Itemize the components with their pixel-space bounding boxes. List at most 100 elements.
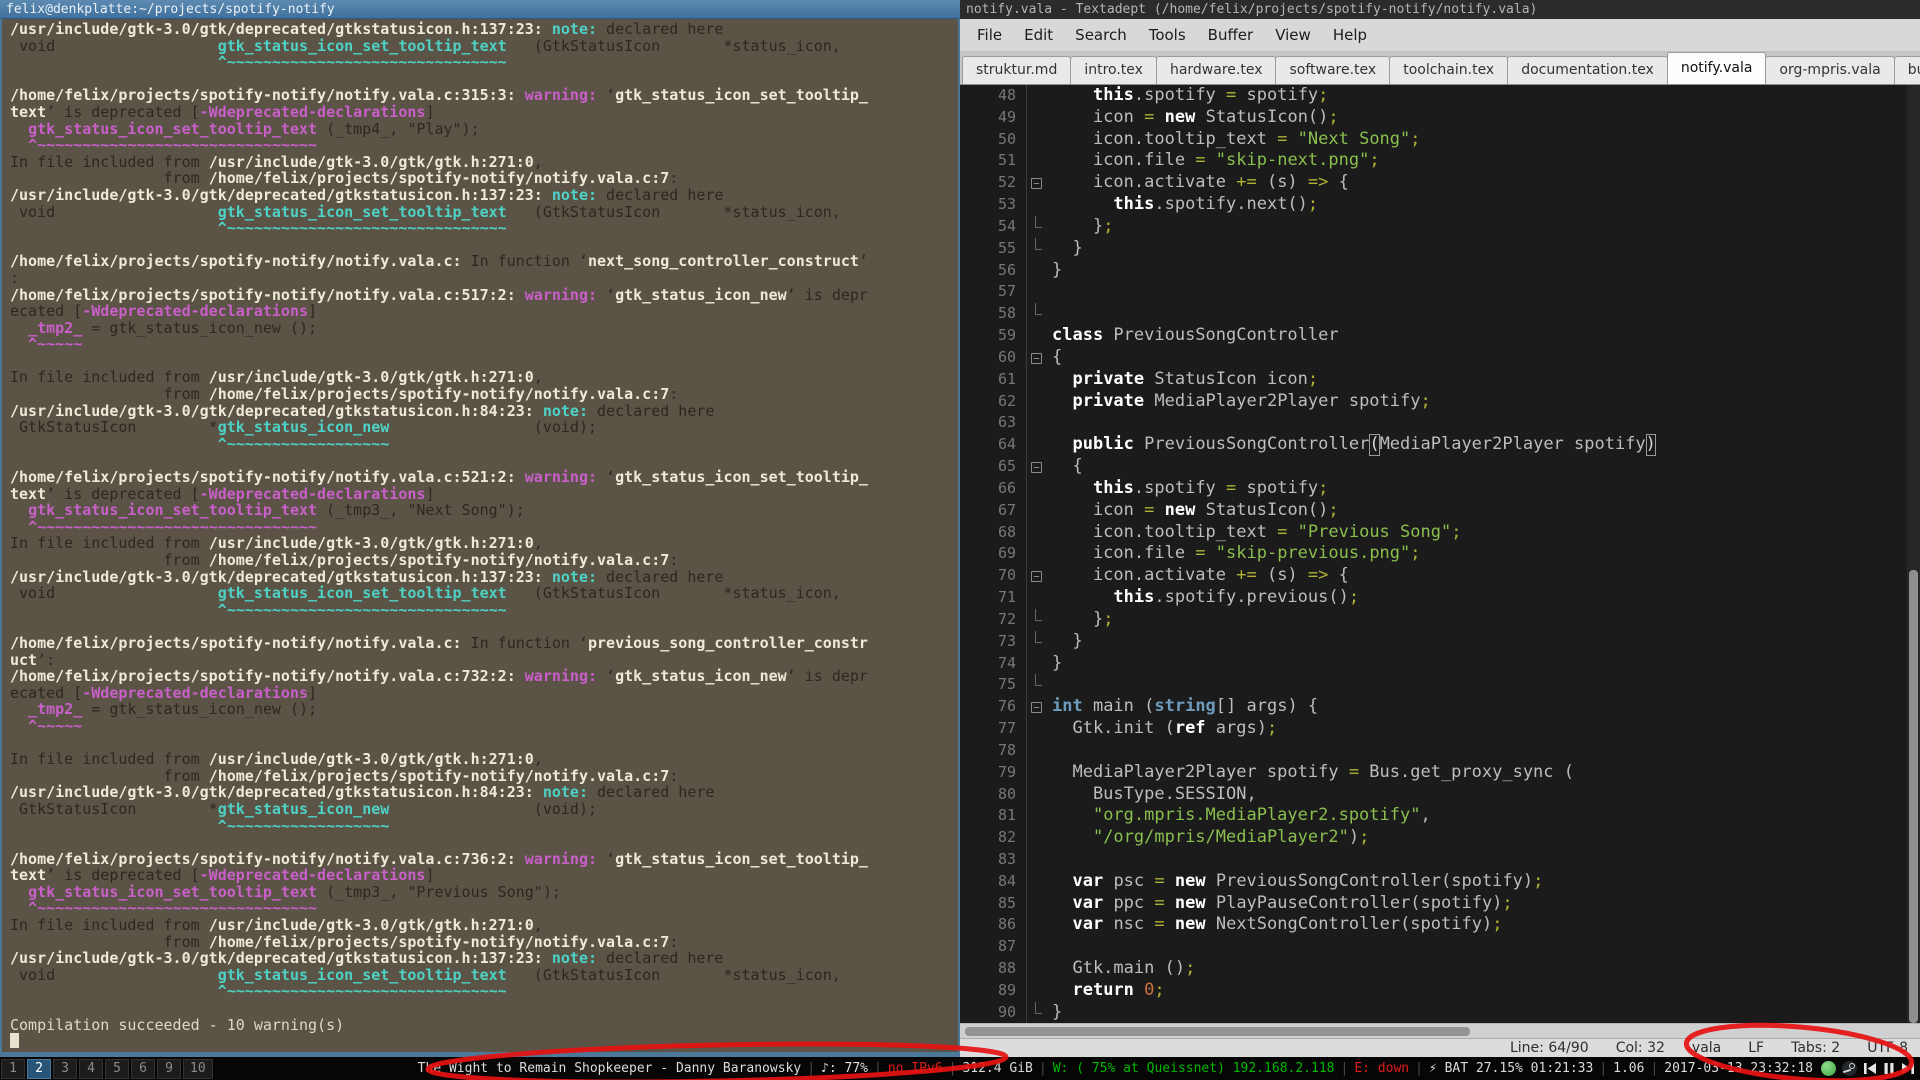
horizontal-scrollbar[interactable] <box>960 1023 1920 1038</box>
code-line: 84 var psc = new PreviousSongController(… <box>960 871 1920 893</box>
fold-margin[interactable] <box>1024 412 1052 434</box>
fold-margin[interactable] <box>1024 696 1052 718</box>
fold-margin[interactable] <box>1024 325 1052 347</box>
workspace-6[interactable]: 6 <box>131 1058 155 1079</box>
fold-margin[interactable] <box>1024 762 1052 784</box>
tab-toolchain.tex[interactable]: toolchain.tex <box>1389 56 1509 84</box>
menu-tools[interactable]: Tools <box>1138 19 1197 51</box>
fold-margin[interactable] <box>1024 936 1052 958</box>
workspace-10[interactable]: 10 <box>183 1058 213 1079</box>
fold-margin[interactable] <box>1024 150 1052 172</box>
terminal-titlebar[interactable]: felix@denkplatte:~/projects/spotify-noti… <box>0 0 960 19</box>
vertical-scrollbar[interactable] <box>1907 85 1920 1023</box>
fold-margin[interactable] <box>1024 456 1052 478</box>
fold-margin[interactable] <box>1024 784 1052 806</box>
terminal-line: gtk_status_icon_set_tooltip_text (_tmp4_… <box>28 119 480 138</box>
fold-margin[interactable] <box>1024 172 1052 194</box>
workspace-3[interactable]: 3 <box>53 1058 77 1079</box>
fold-margin[interactable] <box>1024 85 1052 107</box>
fold-margin[interactable] <box>1024 565 1052 587</box>
fold-margin[interactable] <box>1024 914 1052 936</box>
fold-collapse-icon[interactable] <box>1031 178 1042 190</box>
fold-margin[interactable] <box>1024 674 1052 696</box>
tab-org-mpris.vala[interactable]: org-mpris.vala <box>1765 56 1895 84</box>
fold-margin[interactable] <box>1024 958 1052 980</box>
workspace-5[interactable]: 5 <box>105 1058 129 1079</box>
workspace-9[interactable]: 9 <box>157 1058 181 1079</box>
fold-margin[interactable] <box>1024 478 1052 500</box>
line-number: 60 <box>997 347 1016 366</box>
workspace-4[interactable]: 4 <box>79 1058 103 1079</box>
code-line: 87 <box>960 936 1920 958</box>
code-line: 51 icon.file = "skip-next.png"; <box>960 150 1920 172</box>
menu-buffer[interactable]: Buffer <box>1197 19 1265 51</box>
editor-titlebar[interactable]: notify.vala - Textadept (/home/felix/pro… <box>960 0 1920 19</box>
fold-margin[interactable] <box>1024 827 1052 849</box>
fold-margin[interactable] <box>1024 129 1052 151</box>
fold-margin[interactable] <box>1024 215 1052 238</box>
code-area[interactable]: 48 this .spotify = spotify; 49 icon = new … <box>960 85 1920 1023</box>
fold-margin[interactable] <box>1024 281 1052 303</box>
fold-margin[interactable] <box>1024 369 1052 391</box>
fold-margin[interactable] <box>1024 871 1052 893</box>
fold-margin[interactable] <box>1024 237 1052 260</box>
tab-struktur.md[interactable]: struktur.md <box>962 56 1072 84</box>
fold-margin[interactable] <box>1024 347 1052 369</box>
skip-previous-icon[interactable] <box>1863 1062 1877 1075</box>
fold-margin[interactable] <box>1024 805 1052 827</box>
fold-margin[interactable] <box>1024 653 1052 675</box>
skip-next-icon[interactable] <box>1901 1062 1915 1075</box>
green-status-icon[interactable] <box>1821 1061 1836 1076</box>
vertical-scrollbar-thumb[interactable] <box>1909 570 1918 1023</box>
line-number: 69 <box>997 544 1016 563</box>
fold-margin[interactable] <box>1024 849 1052 871</box>
fold-margin[interactable] <box>1024 107 1052 129</box>
fold-margin[interactable] <box>1024 630 1052 653</box>
fold-collapse-icon[interactable] <box>1031 352 1042 364</box>
fold-margin[interactable] <box>1024 608 1052 631</box>
fold-margin[interactable] <box>1024 522 1052 544</box>
fold-margin[interactable] <box>1024 740 1052 762</box>
tab-hardware.tex[interactable]: hardware.tex <box>1155 56 1277 84</box>
fold-margin[interactable] <box>1024 303 1052 325</box>
fold-margin[interactable] <box>1024 500 1052 522</box>
fold-margin[interactable] <box>1024 260 1052 282</box>
steam-icon[interactable] <box>1842 1061 1857 1076</box>
tab-documentation.tex[interactable]: documentation.tex <box>1507 56 1668 84</box>
fold-collapse-icon[interactable] <box>1031 571 1042 583</box>
code-line: 85 var ppc = new PlayPauseController(spo… <box>960 893 1920 915</box>
fold-margin[interactable] <box>1024 391 1052 413</box>
tab-software.tex[interactable]: software.tex <box>1275 56 1391 84</box>
workspace-1[interactable]: 1 <box>1 1058 25 1079</box>
terminal-line: In file included from /usr/include/gtk-3… <box>10 750 543 769</box>
fold-margin[interactable] <box>1024 718 1052 740</box>
fold-collapse-icon[interactable] <box>1031 702 1042 714</box>
clock: 2017-03-13 23:32:18 <box>1664 1061 1813 1076</box>
terminal-line: text’ is deprecated [-Wdeprecated-declar… <box>10 102 435 121</box>
fold-margin[interactable] <box>1024 893 1052 915</box>
fold-margin[interactable] <box>1024 1001 1052 1023</box>
fold-margin[interactable] <box>1024 543 1052 565</box>
tab-notify.vala[interactable]: notify.vala <box>1666 52 1767 84</box>
terminal-output[interactable]: /usr/include/gtk-3.0/gtk/deprecated/gtks… <box>0 19 960 1052</box>
ethernet-status: E: down <box>1354 1061 1410 1076</box>
fold-margin[interactable] <box>1024 980 1052 1002</box>
fold-end-mark <box>1035 674 1042 687</box>
menu-view[interactable]: View <box>1264 19 1322 51</box>
tab-build.sh[interactable]: build.sh <box>1893 56 1920 84</box>
fold-margin[interactable] <box>1024 587 1052 609</box>
fold-collapse-icon[interactable] <box>1031 462 1042 474</box>
menu-search[interactable]: Search <box>1064 19 1138 51</box>
menu-edit[interactable]: Edit <box>1013 19 1064 51</box>
workspace-2[interactable]: 2 <box>27 1058 51 1079</box>
menu-file[interactable]: File <box>966 19 1013 51</box>
fold-margin[interactable] <box>1024 194 1052 216</box>
menu-help[interactable]: Help <box>1322 19 1378 51</box>
pause-icon[interactable] <box>1883 1062 1895 1075</box>
fold-end-mark <box>1035 303 1042 316</box>
code-line: 82 "/org/mpris/MediaPlayer2"); <box>960 827 1920 849</box>
code-line: 77 Gtk.init (ref args); <box>960 718 1920 740</box>
horizontal-scrollbar-thumb[interactable] <box>965 1027 1470 1036</box>
tab-intro.tex[interactable]: intro.tex <box>1070 56 1157 84</box>
fold-margin[interactable] <box>1024 434 1052 456</box>
